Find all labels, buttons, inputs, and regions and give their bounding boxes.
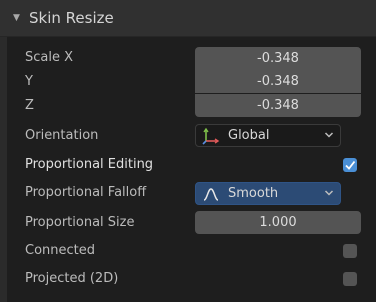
chevron-down-icon — [324, 190, 334, 196]
panel-body: Scale X -0.348 Y -0.348 Z -0.348 Orienta… — [7, 37, 376, 302]
projected-checkbox[interactable] — [343, 272, 357, 286]
panel-title: Skin Resize — [29, 9, 114, 27]
scale-z-row: Z -0.348 — [7, 94, 376, 120]
scale-y-row: Y -0.348 — [7, 70, 376, 96]
proportional-falloff-label: Proportional Falloff — [25, 185, 147, 200]
connected-label: Connected — [25, 243, 96, 258]
transform-axes-icon — [202, 127, 220, 145]
connected-checkbox[interactable] — [343, 244, 357, 258]
proportional-falloff-value: Smooth — [228, 186, 279, 201]
chevron-down-icon — [324, 132, 334, 138]
proportional-editing-row: Proportional Editing — [7, 153, 376, 179]
scale-y-label: Y — [25, 74, 33, 89]
proportional-size-field[interactable]: 1.000 — [195, 211, 361, 234]
proportional-size-label: Proportional Size — [25, 215, 135, 230]
proportional-editing-label: Proportional Editing — [25, 157, 154, 172]
proportional-falloff-row: Proportional Falloff Smooth — [7, 181, 376, 207]
projected-row: Projected (2D) — [7, 267, 376, 293]
skin-resize-panel: ▼ Skin Resize Scale X -0.348 Y -0.348 Z … — [0, 0, 376, 302]
scale-x-row: Scale X -0.348 — [7, 46, 376, 72]
projected-label: Projected (2D) — [25, 271, 119, 286]
collapse-triangle-icon[interactable]: ▼ — [13, 13, 20, 23]
orientation-value: Global — [228, 128, 270, 143]
proportional-size-row: Proportional Size 1.000 — [7, 211, 376, 237]
scale-x-field[interactable]: -0.348 — [195, 47, 361, 70]
proportional-editing-checkbox[interactable] — [343, 158, 357, 172]
smooth-falloff-icon — [203, 188, 219, 201]
checkmark-icon — [345, 160, 356, 170]
orientation-label: Orientation — [25, 128, 99, 143]
scale-y-field[interactable]: -0.348 — [195, 70, 361, 93]
scale-z-field[interactable]: -0.348 — [195, 94, 361, 117]
scale-z-label: Z — [25, 98, 34, 113]
proportional-falloff-dropdown[interactable]: Smooth — [195, 182, 341, 205]
connected-row: Connected — [7, 239, 376, 265]
scale-x-label: Scale X — [25, 50, 74, 65]
panel-header[interactable]: ▼ Skin Resize — [0, 0, 376, 37]
orientation-row: Orientation Global — [7, 124, 376, 150]
orientation-dropdown[interactable]: Global — [195, 124, 341, 147]
